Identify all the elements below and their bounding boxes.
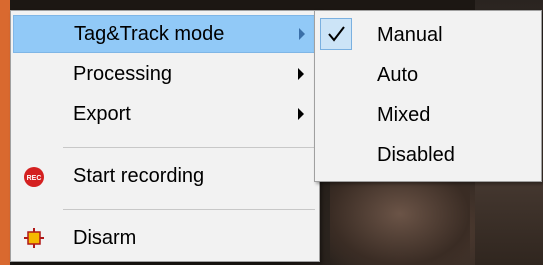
submenu-arrow-icon [298,68,304,80]
submenu-item-auto[interactable]: Auto [317,55,539,93]
submenu-arrow-icon [299,28,305,40]
tag-track-mode-submenu: Manual Auto Mixed Disabled [314,10,542,182]
submenu-arrow-icon [298,108,304,120]
submenu-item-label: Manual [377,24,443,46]
menu-item-export[interactable]: Export [13,95,317,133]
menu-item-start-recording[interactable]: REC Start recording [13,157,317,195]
submenu-item-label: Auto [377,64,419,86]
menu-separator [63,209,315,210]
submenu-item-manual[interactable]: Manual [317,15,539,53]
record-icon-text: REC [27,175,42,182]
record-icon: REC [23,166,45,188]
video-content [330,180,470,265]
disarm-icon [23,227,45,249]
menu-separator [63,147,315,148]
submenu-item-label: Mixed [377,104,431,126]
submenu-item-mixed[interactable]: Mixed [317,95,539,133]
window-edge [0,0,10,265]
context-menu: Tag&Track mode Processing Export REC Sta… [10,10,320,262]
menu-item-tag-track-mode[interactable]: Tag&Track mode [13,15,317,53]
submenu-item-disabled[interactable]: Disabled [317,135,539,173]
menu-item-label: Export [73,102,131,125]
checkmark-icon [320,18,352,50]
menu-item-processing[interactable]: Processing [13,55,317,93]
menu-item-label: Processing [73,62,172,85]
menu-item-label: Start recording [73,164,205,187]
menu-item-label: Disarm [73,226,137,249]
menu-item-label: Tag&Track mode [74,22,225,45]
menu-item-disarm[interactable]: Disarm [13,219,317,257]
submenu-item-label: Disabled [377,144,455,166]
